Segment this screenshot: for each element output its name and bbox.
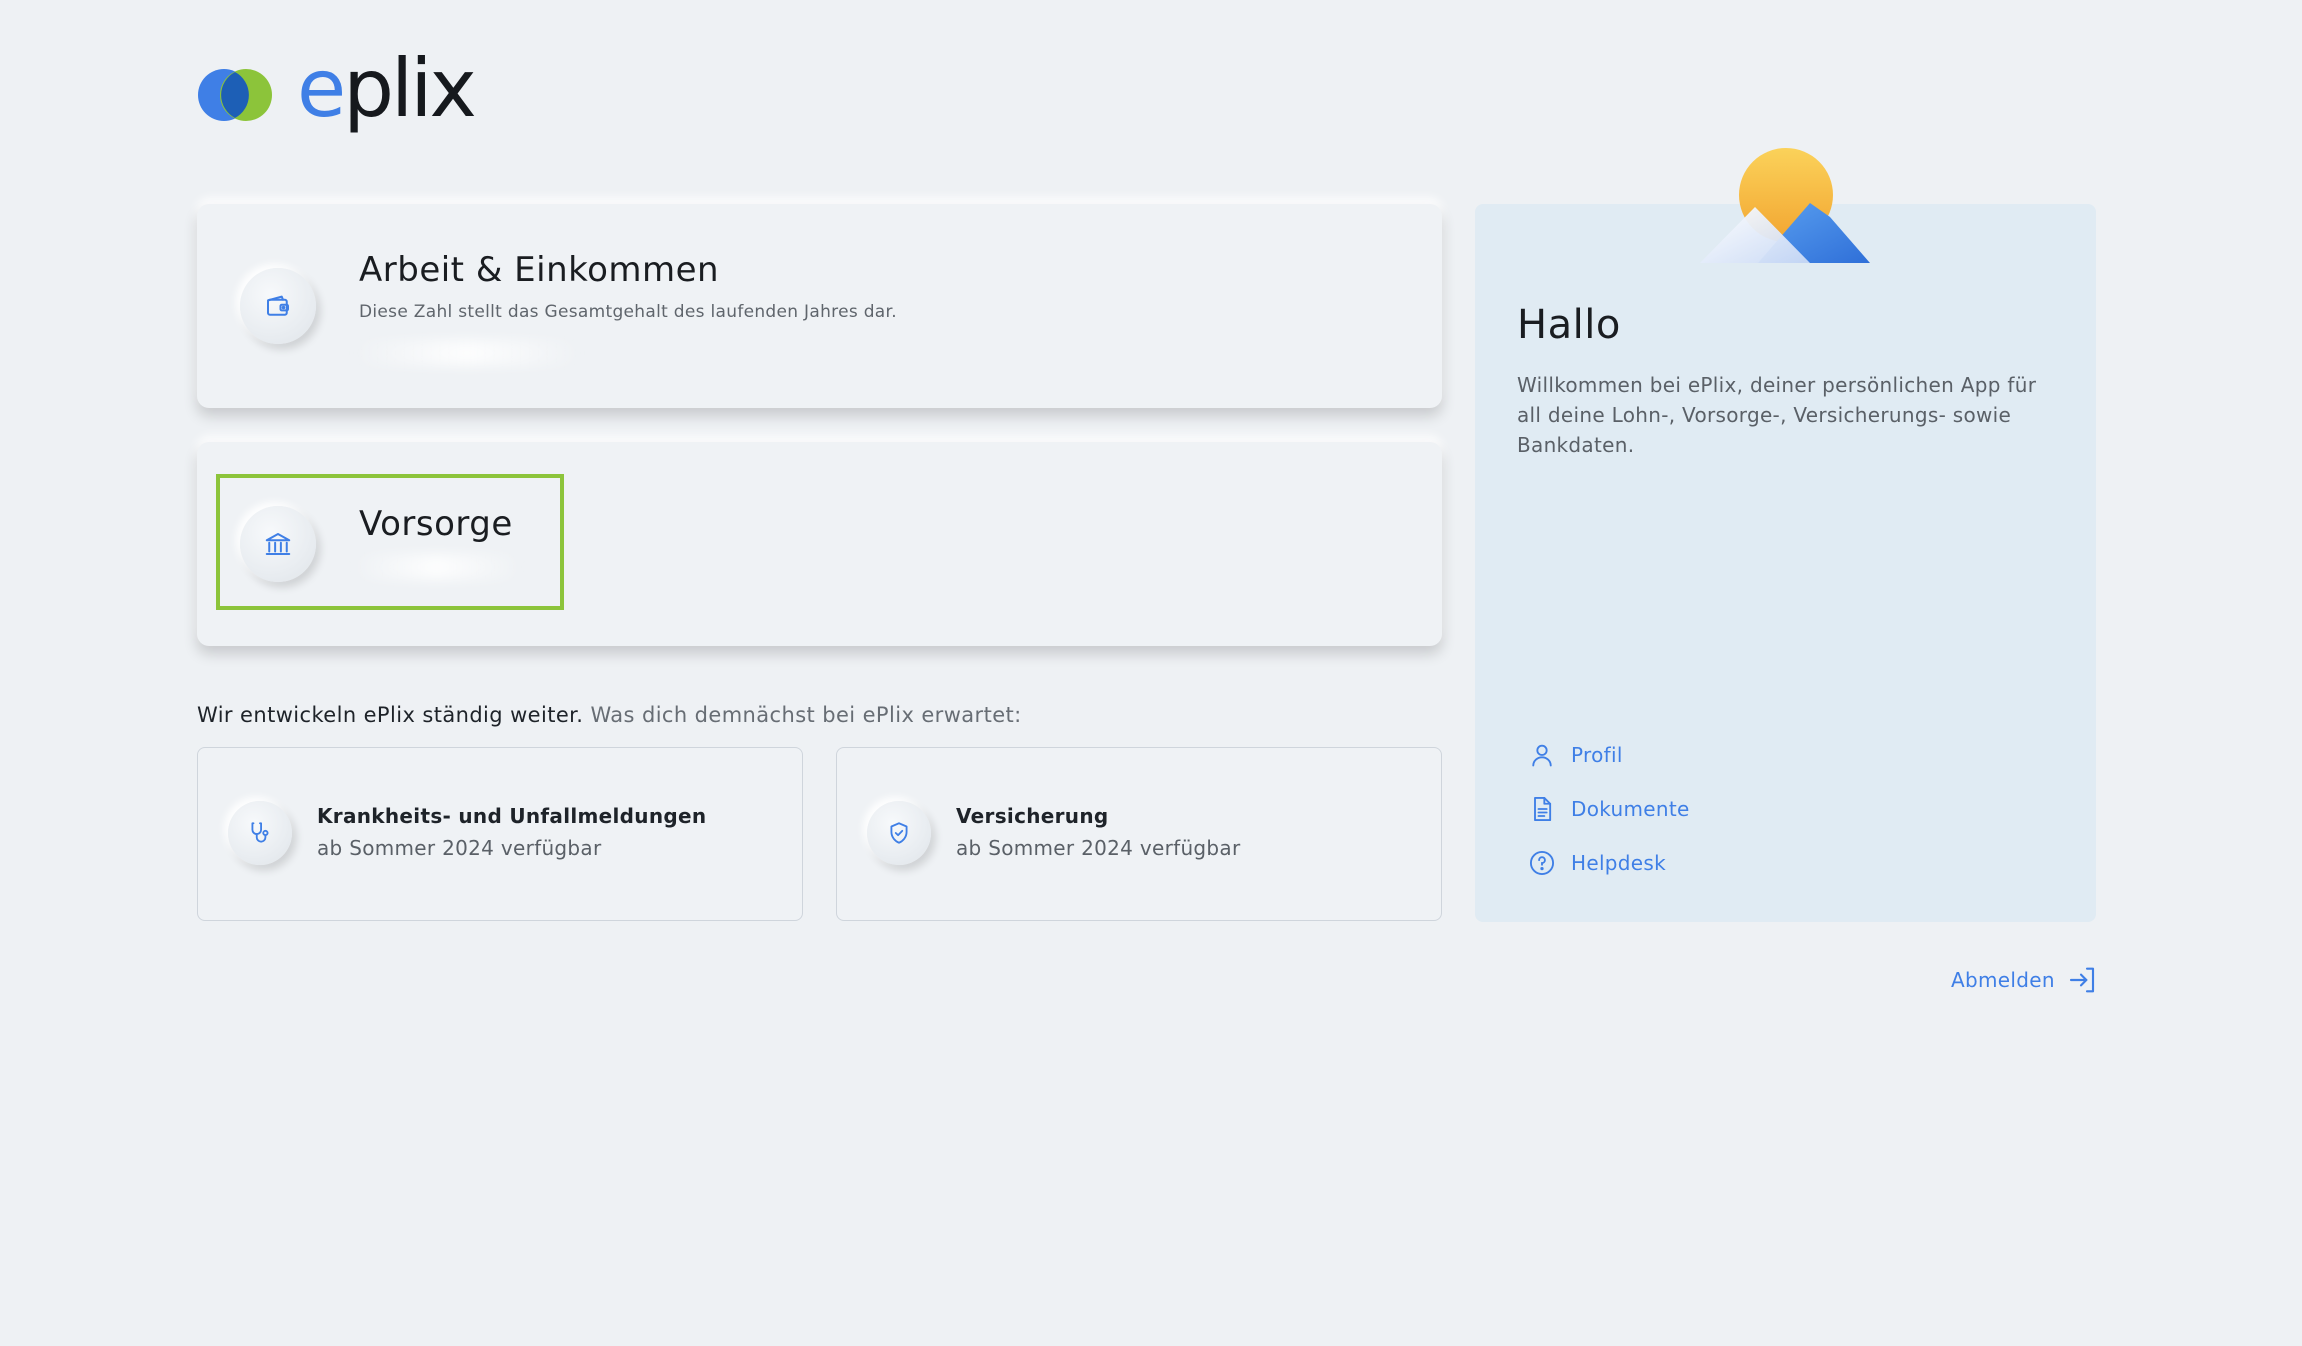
eplix-logo[interactable]: eplix: [197, 48, 477, 132]
link-helpdesk[interactable]: Helpdesk: [1527, 836, 1690, 890]
coming-soon-subtitle: ab Sommer 2024 verfügbar: [317, 836, 602, 860]
hidden-value-blur: [352, 554, 522, 580]
coming-soon-light: Was dich demnächst bei ePlix erwartet:: [590, 703, 1022, 727]
card-arbeit-einkommen[interactable]: Arbeit & Einkommen Diese Zahl stellt das…: [197, 204, 1442, 408]
link-dokumente[interactable]: Dokumente: [1527, 782, 1690, 836]
link-label: Helpdesk: [1571, 851, 1666, 875]
link-profil[interactable]: Profil: [1527, 728, 1690, 782]
hidden-value-blur: [352, 340, 582, 366]
page: eplix Arbeit & Einkommen Diese Zahl stel…: [0, 0, 2302, 1346]
help-circle-icon: [1527, 848, 1557, 878]
sun-mountain-illustration: [1700, 148, 1870, 263]
stethoscope-icon: [228, 801, 292, 865]
link-label: Dokumente: [1571, 797, 1690, 821]
wallet-icon: [240, 268, 316, 344]
coming-soon-card-krankheit: Krankheits- und Unfallmeldungen ab Somme…: [197, 747, 803, 921]
logo-wordmark: eplix: [297, 48, 477, 129]
panel-links: Profil Dokumente Helpdesk: [1527, 728, 1690, 890]
coming-soon-subtitle: ab Sommer 2024 verfügbar: [956, 836, 1241, 860]
shield-check-icon: [867, 801, 931, 865]
coming-soon-title: Versicherung: [956, 804, 1109, 828]
link-label: Profil: [1571, 743, 1623, 767]
logo-wordmark-rest: plix: [343, 41, 477, 135]
logo-wordmark-e: e: [297, 41, 346, 135]
welcome-text: Willkommen bei ePlix, deiner persönliche…: [1517, 373, 2037, 457]
coming-soon-title: Krankheits- und Unfallmeldungen: [317, 804, 707, 828]
coming-soon-intro: Wir entwickeln ePlix ständig weiter. Was…: [197, 703, 1022, 727]
welcome-panel: Hallo Willkommen bei ePlix, deiner persö…: [1475, 204, 2096, 922]
coming-soon-strong: Wir entwickeln ePlix ständig weiter.: [197, 703, 584, 727]
eplix-logo-mark: [198, 68, 272, 121]
greeting-title: Hallo: [1517, 302, 1621, 348]
card-title: Arbeit & Einkommen: [359, 250, 720, 290]
card-title: Vorsorge: [359, 504, 513, 544]
document-icon: [1527, 794, 1557, 824]
logout-label: Abmelden: [1951, 968, 2055, 992]
card-vorsorge[interactable]: Vorsorge: [197, 442, 1442, 646]
user-icon: [1527, 740, 1557, 770]
card-subtitle: Diese Zahl stellt das Gesamtgehalt des l…: [359, 302, 897, 322]
coming-soon-card-versicherung: Versicherung ab Sommer 2024 verfügbar: [836, 747, 1442, 921]
logout-icon: [2067, 964, 2099, 996]
bank-icon: [240, 506, 316, 582]
logout-button[interactable]: Abmelden: [1951, 964, 2099, 996]
